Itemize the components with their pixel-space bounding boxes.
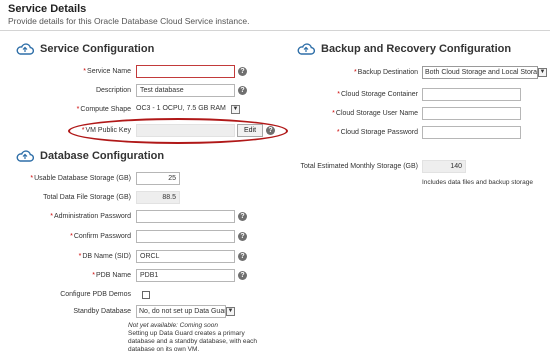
standby-database-label: Standby Database: [73, 308, 131, 315]
required-marker: *: [337, 91, 340, 98]
description-input[interactable]: Test database: [136, 84, 235, 97]
note-line: database and a standby database, with ea…: [128, 338, 258, 345]
database-config-title: Database Configuration: [40, 150, 165, 162]
required-marker: *: [336, 129, 340, 136]
total-monthly-note: Includes data files and backup storage: [422, 179, 533, 186]
service-config-title: Service Configuration: [40, 43, 155, 55]
standby-database-select[interactable]: No, do not set up Data Guard: [136, 305, 226, 318]
help-icon[interactable]: ?: [238, 67, 247, 76]
cloud-icon: [16, 43, 34, 55]
help-icon[interactable]: ?: [238, 232, 247, 241]
storage-password-input[interactable]: [422, 126, 521, 139]
help-icon[interactable]: ?: [238, 86, 247, 95]
configure-pdb-demos-label: Configure PDB Demos: [60, 291, 131, 298]
storage-container-input[interactable]: [422, 88, 521, 101]
total-monthly-label: Total Estimated Monthly Storage (GB): [300, 163, 419, 170]
admin-password-input[interactable]: [136, 210, 235, 223]
help-icon[interactable]: ?: [238, 271, 247, 280]
header-divider: [0, 30, 550, 31]
storage-password-label: *Cloud Storage Password: [336, 129, 418, 136]
chevron-down-icon[interactable]: ▼: [226, 307, 235, 316]
service-name-label: *Service Name: [83, 68, 131, 75]
backup-destination-select[interactable]: Both Cloud Storage and Local Storage: [422, 66, 538, 79]
description-label: Description: [95, 87, 131, 94]
standby-note: Not yet available: Coming soon Setting u…: [128, 322, 298, 354]
required-marker: *: [76, 106, 80, 113]
chevron-down-icon[interactable]: ▼: [538, 68, 547, 77]
total-storage-label: Total Data File Storage (GB): [43, 194, 131, 201]
usable-storage-label: *Usable Database Storage (GB): [30, 175, 131, 182]
required-marker: *: [332, 110, 335, 117]
total-monthly-value: 140: [422, 160, 466, 173]
confirm-password-input[interactable]: [136, 230, 235, 243]
db-name-input[interactable]: ORCL: [136, 250, 235, 263]
required-marker: *: [50, 213, 53, 220]
service-name-input[interactable]: [136, 65, 235, 78]
storage-container-label: *Cloud Storage Container: [337, 91, 418, 98]
cloud-icon: [16, 150, 34, 162]
help-icon[interactable]: ?: [238, 252, 247, 261]
configure-pdb-demos-checkbox[interactable]: [142, 291, 150, 299]
required-marker: *: [92, 272, 95, 279]
compute-shape-label: *Compute Shape: [76, 106, 131, 113]
admin-password-label: *Administration Password: [50, 213, 131, 220]
db-name-label: *DB Name (SID): [78, 253, 131, 260]
cloud-icon: [297, 43, 315, 55]
pdb-name-label: *PDB Name: [92, 272, 131, 279]
note-line: Setting up Data Guard creates a primary: [128, 330, 245, 337]
page-subtitle: Provide details for this Oracle Database…: [8, 16, 250, 26]
pdb-name-input[interactable]: PDB1: [136, 269, 235, 282]
required-marker: *: [78, 253, 82, 260]
storage-user-label: *Cloud Storage User Name: [332, 110, 418, 117]
note-line: Not yet available: Coming soon: [128, 322, 218, 329]
backup-destination-label: *Backup Destination: [353, 69, 418, 76]
page-title: Service Details: [8, 3, 87, 15]
compute-shape-select[interactable]: OC3 - 1 OCPU, 7.5 GB RAM: [136, 103, 233, 116]
annotation-ellipse: [68, 118, 288, 144]
confirm-password-label: *Confirm Password: [70, 233, 131, 240]
required-marker: *: [353, 69, 357, 76]
note-line: database on its own VM.: [128, 346, 200, 353]
total-storage-value: 88.5: [136, 191, 180, 204]
help-icon[interactable]: ?: [238, 212, 247, 221]
chevron-down-icon[interactable]: ▼: [231, 105, 240, 114]
required-marker: *: [83, 68, 87, 75]
required-marker: *: [70, 233, 73, 240]
backup-config-title: Backup and Recovery Configuration: [321, 43, 512, 55]
storage-user-input[interactable]: [422, 107, 521, 120]
usable-storage-input[interactable]: 25: [136, 172, 180, 185]
required-marker: *: [30, 175, 34, 182]
